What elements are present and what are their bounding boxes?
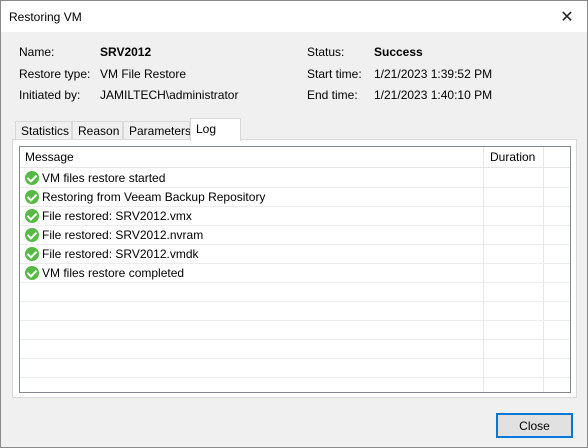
log-tab-panel: Message Duration VM files restore starte… (12, 139, 577, 398)
close-icon[interactable]: ✕ (547, 1, 587, 32)
column-header-message[interactable]: Message (25, 150, 74, 164)
empty-row (20, 302, 570, 321)
row-message: File restored: SRV2012.vmx (42, 209, 192, 223)
success-check-icon (25, 266, 39, 280)
tab-parameters[interactable]: Parameters (123, 121, 192, 140)
initiated-by-label: Initiated by: (19, 88, 81, 102)
tab-label: Log (196, 122, 217, 136)
success-check-icon (25, 171, 39, 185)
row-message: VM files restore completed (42, 266, 185, 280)
row-message: Restoring from Veeam Backup Repository (42, 190, 266, 204)
restore-dialog: Restoring VM ✕ Name: SRV2012 Restore typ… (0, 0, 588, 448)
restore-type-value: VM File Restore (100, 67, 187, 81)
tab-statistics[interactable]: Statistics (15, 121, 72, 140)
name-value: SRV2012 (100, 45, 152, 59)
table-row[interactable]: Restoring from Veeam Backup Repository (20, 188, 570, 207)
empty-row (20, 340, 570, 359)
close-button[interactable]: Close (496, 413, 573, 438)
tab-label: Parameters (129, 124, 192, 138)
window-title: Restoring VM (9, 10, 82, 24)
log-table[interactable]: Message Duration VM files restore starte… (19, 146, 571, 393)
tab-label: Statistics (21, 124, 70, 138)
initiated-by-value: JAMILTECH\administrator (100, 88, 239, 102)
table-row[interactable]: VM files restore completed (20, 264, 570, 283)
table-row[interactable]: VM files restore started (20, 169, 570, 188)
success-check-icon (25, 247, 39, 261)
empty-row (20, 283, 570, 302)
start-time-value: 1/21/2023 1:39:52 PM (374, 67, 493, 81)
row-message: File restored: SRV2012.nvram (42, 228, 204, 242)
status-value: Success (374, 45, 423, 59)
empty-row (20, 359, 570, 378)
end-time-label: End time: (307, 88, 358, 102)
tab-label: Reason (78, 124, 120, 138)
success-check-icon (25, 228, 39, 242)
row-message: VM files restore started (42, 171, 166, 185)
row-message: File restored: SRV2012.vmdk (42, 247, 199, 261)
empty-row (20, 321, 570, 340)
table-row[interactable]: File restored: SRV2012.nvram (20, 226, 570, 245)
column-header-duration[interactable]: Duration (490, 150, 535, 164)
end-time-value: 1/21/2023 1:40:10 PM (374, 88, 493, 102)
name-label: Name: (19, 45, 55, 59)
success-check-icon (25, 209, 39, 223)
table-row[interactable]: File restored: SRV2012.vmx (20, 207, 570, 226)
tab-log[interactable]: Log (190, 118, 241, 141)
tab-reason[interactable]: Reason (72, 121, 123, 140)
title-bar[interactable]: Restoring VM ✕ (1, 1, 587, 32)
restore-type-label: Restore type: (19, 67, 91, 81)
status-label: Status: (307, 45, 345, 59)
success-check-icon (25, 190, 39, 204)
table-row[interactable]: File restored: SRV2012.vmdk (20, 245, 570, 264)
log-table-header: Message Duration (20, 147, 570, 168)
start-time-label: Start time: (307, 67, 362, 81)
